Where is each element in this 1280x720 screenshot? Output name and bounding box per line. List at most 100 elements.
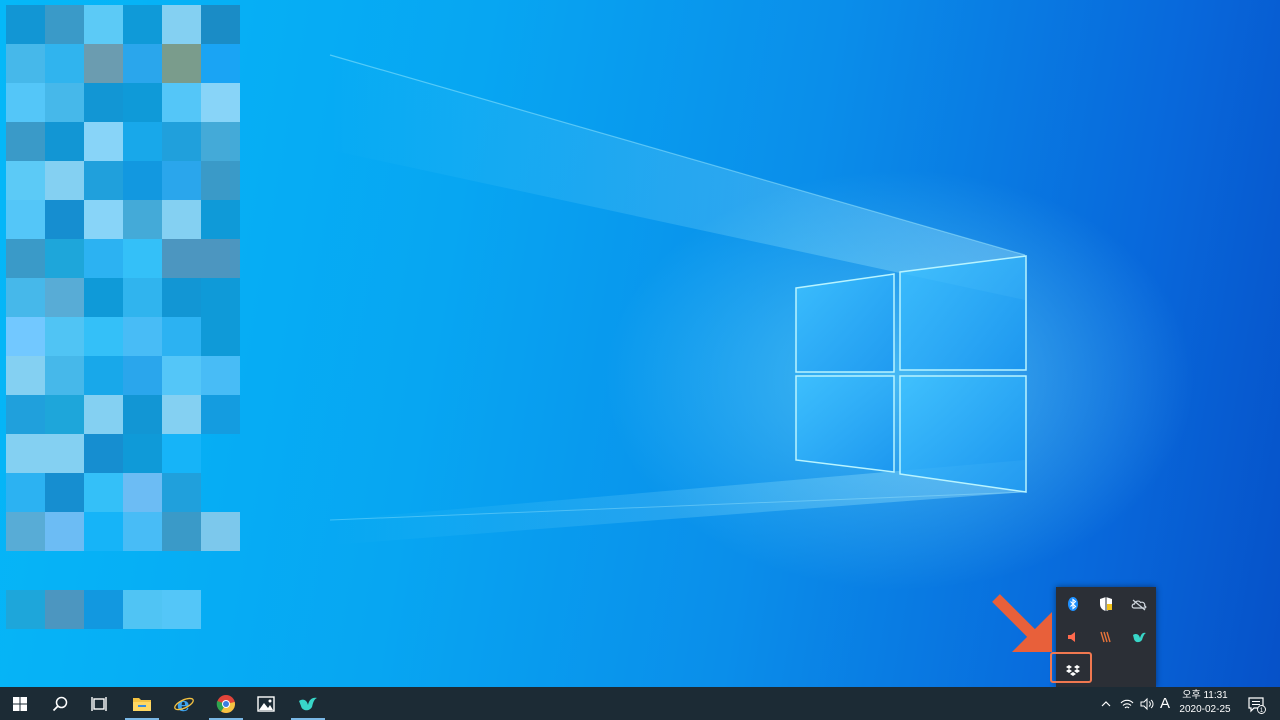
speaker-icon <box>1140 697 1154 710</box>
mosaic-tile <box>201 278 240 317</box>
bird-app-icon <box>299 697 317 710</box>
mosaic-tile <box>45 512 84 551</box>
volume-button[interactable] <box>1137 687 1157 720</box>
mosaic-tile <box>84 434 123 473</box>
internet-explorer-button[interactable]: e <box>164 687 204 720</box>
mosaic-tile <box>84 590 123 629</box>
security-shield-icon[interactable] <box>1090 588 1122 620</box>
photos-button[interactable] <box>246 687 286 720</box>
mosaic-tile <box>201 83 240 122</box>
mosaic-tile <box>6 44 45 83</box>
task-view-button[interactable] <box>80 687 120 720</box>
start-button[interactable] <box>0 687 40 720</box>
mosaic-tile <box>162 83 201 122</box>
mosaic-tile <box>123 395 162 434</box>
bluetooth-icon[interactable] <box>1057 588 1089 620</box>
mosaic-tile <box>162 473 201 512</box>
network-button[interactable] <box>1117 687 1137 720</box>
mosaic-tile <box>84 395 123 434</box>
mosaic-tile <box>84 317 123 356</box>
mosaic-tile <box>45 434 84 473</box>
clock-date: 2020-02-25 <box>1179 704 1231 715</box>
mosaic-tile <box>45 356 84 395</box>
mosaic-tile <box>84 44 123 83</box>
mosaic-tile <box>201 512 240 551</box>
bird-app-button[interactable] <box>288 687 328 720</box>
mosaic-tile <box>6 161 45 200</box>
app-stripes-icon[interactable] <box>1090 621 1122 653</box>
mosaic-tile <box>201 122 240 161</box>
mosaic-tile <box>84 239 123 278</box>
mosaic-tile <box>201 161 240 200</box>
mosaic-tile <box>123 473 162 512</box>
mosaic-tile <box>45 83 84 122</box>
mosaic-tile <box>84 122 123 161</box>
mosaic-tile <box>123 356 162 395</box>
internet-explorer-icon: e <box>174 693 194 715</box>
windows-start-icon <box>13 696 27 711</box>
folder-icon <box>133 697 151 711</box>
mosaic-tile <box>6 122 45 161</box>
mosaic-tile <box>201 44 240 83</box>
search-icon <box>52 696 68 711</box>
mosaic-tile <box>162 44 201 83</box>
mosaic-tile <box>6 395 45 434</box>
mosaic-tile <box>162 200 201 239</box>
mosaic-tile <box>123 200 162 239</box>
show-hidden-icons-button[interactable] <box>1096 687 1116 720</box>
mosaic-tile <box>123 278 162 317</box>
mosaic-tile <box>84 473 123 512</box>
mosaic-tile <box>201 395 240 434</box>
desktop <box>0 0 1280 687</box>
mosaic-tile <box>201 200 240 239</box>
mosaic-tile <box>6 434 45 473</box>
mosaic-tile <box>6 512 45 551</box>
mosaic-tile <box>84 200 123 239</box>
mosaic-tile <box>201 239 240 278</box>
mosaic-tile <box>45 395 84 434</box>
clock[interactable]: 오후 11:31 2020-02-25 <box>1172 687 1238 720</box>
chrome-button[interactable] <box>206 687 246 720</box>
mosaic-tile <box>6 590 45 629</box>
bird-app-icon[interactable] <box>1123 621 1155 653</box>
mosaic-tile <box>123 5 162 44</box>
mosaic-tile <box>162 395 201 434</box>
mosaic-tile <box>84 161 123 200</box>
mosaic-tile <box>123 239 162 278</box>
mosaic-tile <box>123 122 162 161</box>
mosaic-tile <box>162 356 201 395</box>
mosaic-tile <box>6 473 45 512</box>
mosaic-tile <box>45 317 84 356</box>
mosaic-tile <box>162 434 201 473</box>
wifi-icon <box>1120 699 1134 708</box>
mosaic-tile <box>84 83 123 122</box>
mosaic-tile <box>6 5 45 44</box>
task-view-icon <box>91 696 107 711</box>
mosaic-tile <box>6 239 45 278</box>
annotation-arrow <box>992 594 1052 652</box>
mosaic-tile <box>45 200 84 239</box>
mosaic-tile <box>162 161 201 200</box>
mosaic-tile <box>45 278 84 317</box>
action-center-button[interactable]: 1 <box>1242 687 1270 720</box>
onedrive-cloud-icon[interactable] <box>1123 588 1155 620</box>
mosaic-tile <box>201 5 240 44</box>
mosaic-tile <box>45 44 84 83</box>
mosaic-tile <box>162 239 201 278</box>
speaker-muted-icon[interactable] <box>1057 621 1089 653</box>
mosaic-tile <box>123 161 162 200</box>
blurred-desktop-icons <box>6 5 326 645</box>
mosaic-tile <box>45 239 84 278</box>
mosaic-tile <box>123 434 162 473</box>
mosaic-tile <box>6 200 45 239</box>
mosaic-tile <box>84 356 123 395</box>
file-explorer-button[interactable] <box>122 687 162 720</box>
mosaic-tile <box>84 278 123 317</box>
mosaic-tile <box>162 5 201 44</box>
mosaic-tile <box>45 5 84 44</box>
mosaic-tile <box>123 512 162 551</box>
mosaic-tile <box>123 44 162 83</box>
mosaic-tile <box>162 512 201 551</box>
search-button[interactable] <box>40 687 80 720</box>
mosaic-tile <box>6 317 45 356</box>
